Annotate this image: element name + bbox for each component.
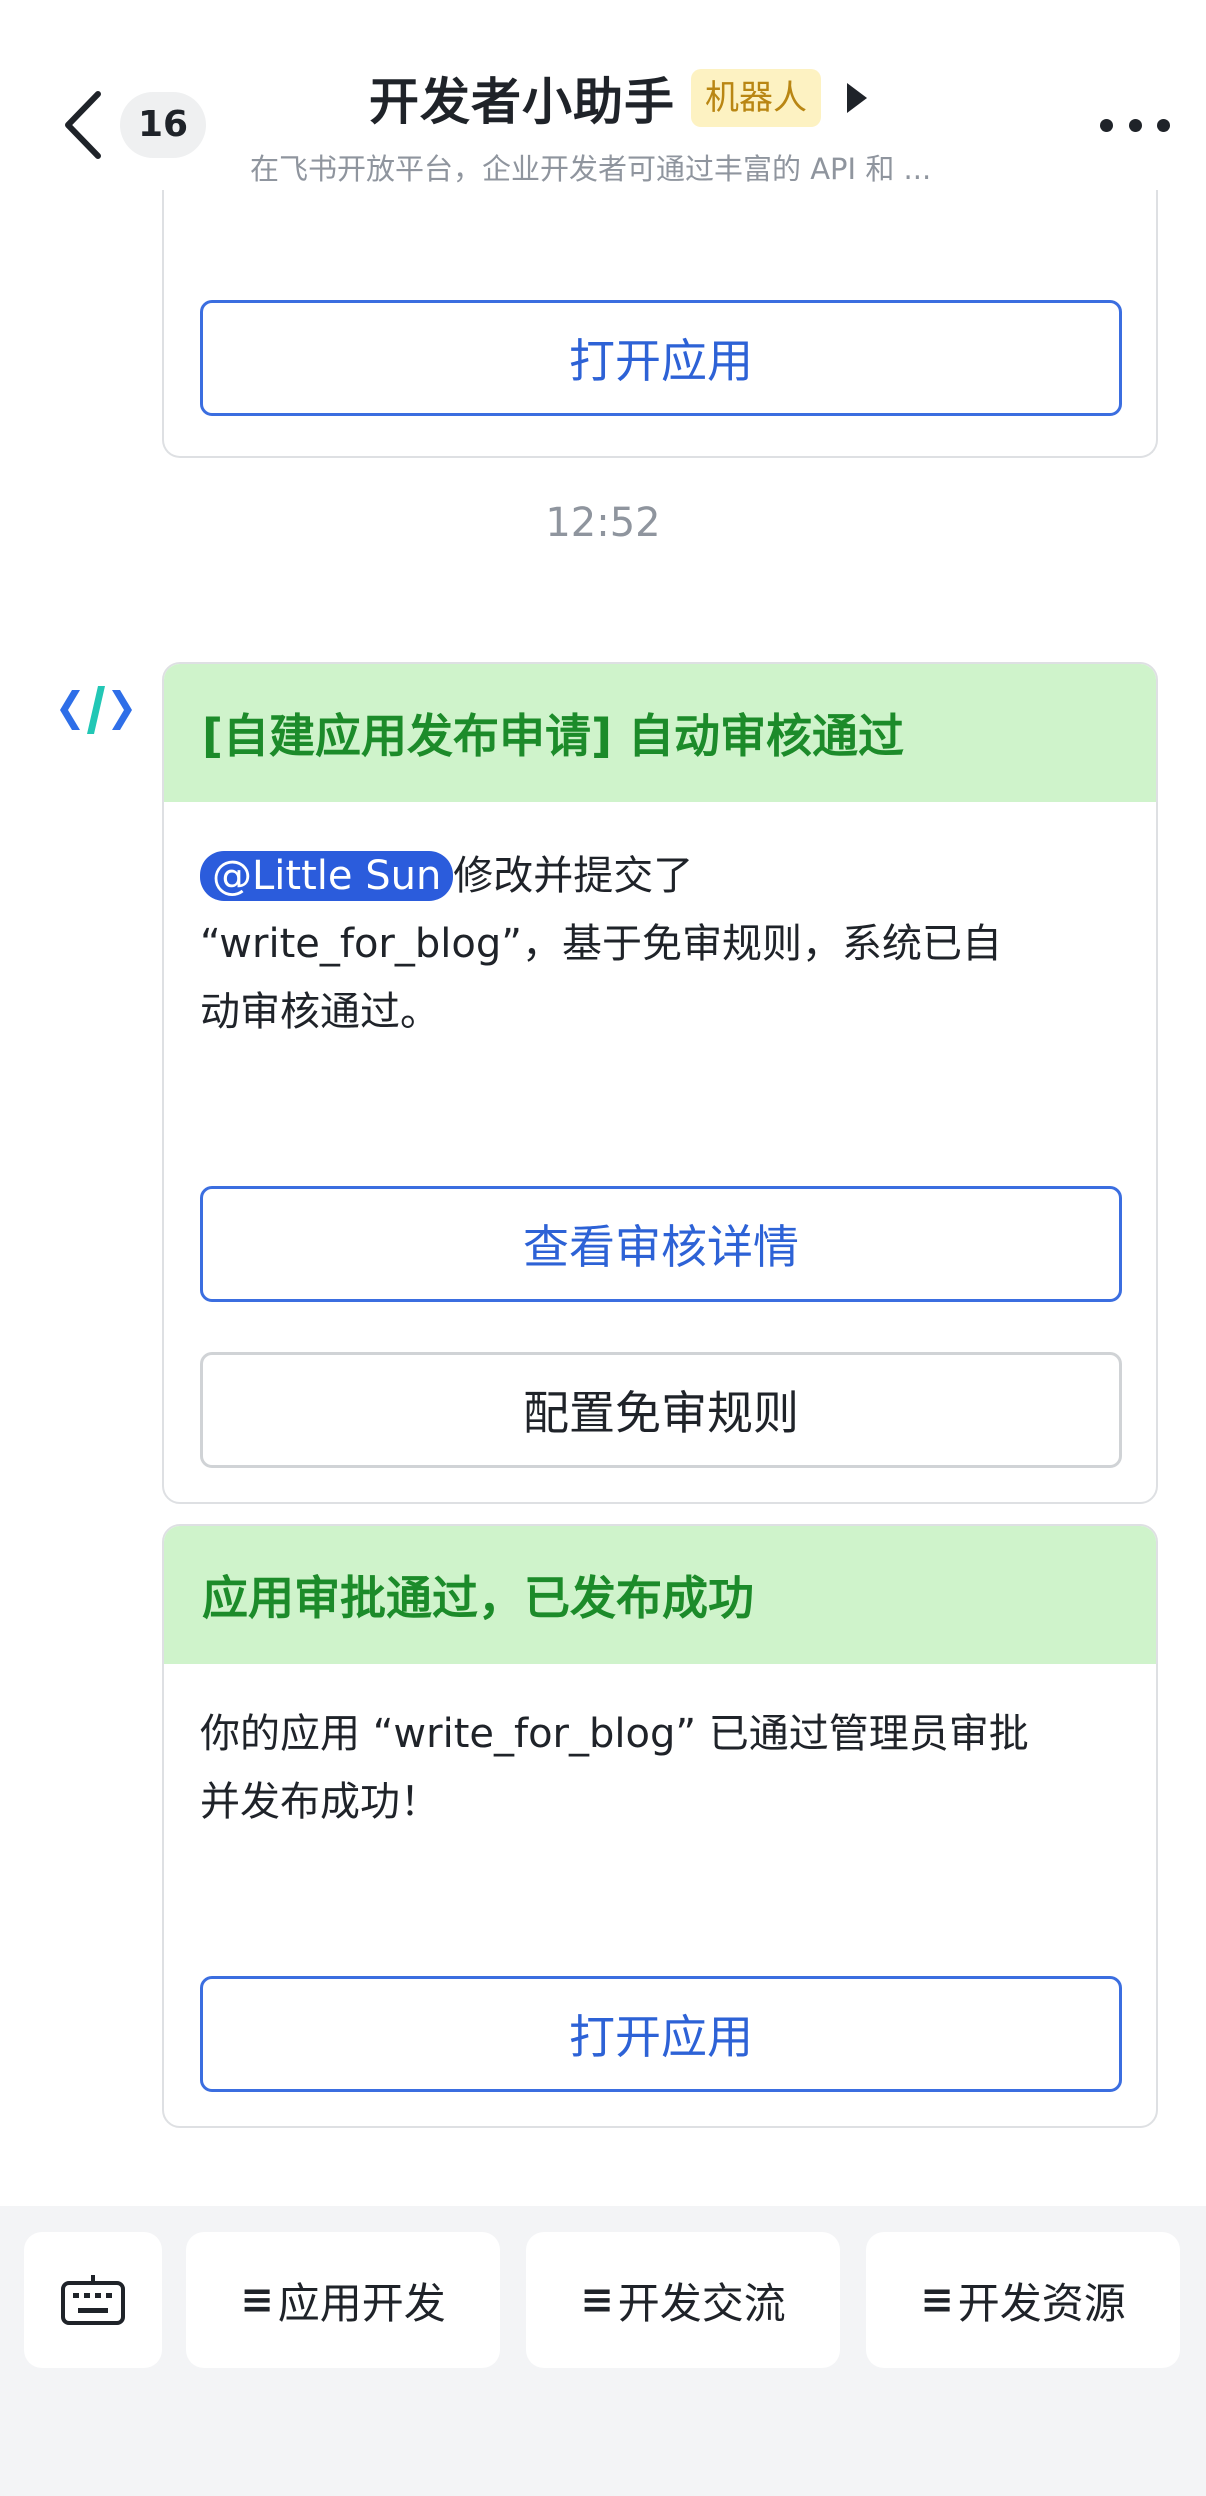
view-review-details-button[interactable]: 查看审核详情: [200, 1186, 1122, 1302]
card-body-text: 动审核通过。: [200, 989, 440, 1035]
menu-dev-resources[interactable]: ≡ 开发资源: [866, 2232, 1180, 2368]
play-arrow-icon: [847, 83, 867, 113]
menu-dev-exchange[interactable]: ≡ 开发交流: [526, 2232, 840, 2368]
dot-icon: [1100, 118, 1113, 132]
dot-icon: [1157, 118, 1170, 132]
menu-label: 开发资源: [957, 2278, 1126, 2328]
card-body-text: 修改并提交了: [453, 853, 694, 899]
chat-title: 开发者小助手: [369, 73, 675, 131]
menu-icon: ≡: [580, 2277, 614, 2323]
auto-review-card: [自建应用发布申请] 自动审核通过 @Little Sun 修改并提交了 “wri…: [162, 662, 1158, 1504]
bot-avatar[interactable]: [58, 680, 134, 740]
card-body-text: “write_for_blog”，基于免审规则，系统已自: [200, 921, 1002, 967]
chat-title-row[interactable]: 开发者小助手 机器人: [0, 62, 1206, 134]
card-body: @Little Sun 修改并提交了 “write_for_blog”，基于免审规…: [164, 802, 1156, 1046]
open-app-button[interactable]: 打开应用: [200, 1976, 1122, 2092]
chat-subtitle: 在飞书开放平台，企业开发者可通过丰富的 API 和 ...: [250, 152, 932, 186]
card-body-line: @Little Sun 修改并提交了: [200, 842, 1120, 910]
card-header: 应用审批通过，已发布成功: [164, 1526, 1156, 1664]
menu-app-development[interactable]: ≡ 应用开发: [186, 2232, 500, 2368]
menu-label: 应用开发: [277, 2278, 446, 2328]
dot-icon: [1128, 118, 1142, 132]
card-body-text: 并发布成功！: [200, 1779, 440, 1825]
menu-label: 开发交流: [617, 2278, 786, 2328]
card-header: [自建应用发布申请] 自动审核通过: [164, 664, 1156, 802]
user-mention[interactable]: @Little Sun: [200, 851, 454, 901]
keyboard-icon: [61, 2275, 125, 2325]
bot-tag: 机器人: [691, 69, 821, 127]
chat-header: 16 开发者小助手 机器人 在飞书开放平台，企业开发者可通过丰富的 API 和 …: [0, 0, 1206, 190]
keyboard-toggle-button[interactable]: [24, 2232, 162, 2368]
message-timestamp: 12:52: [545, 500, 661, 546]
menu-icon: ≡: [920, 2277, 954, 2323]
configure-exemption-rules-button[interactable]: 配置免审规则: [200, 1352, 1122, 1468]
developer-logo-icon: [60, 686, 132, 734]
card-body-text: 你的应用 “write_for_blog” 已通过管理员审批: [200, 1711, 1029, 1757]
card-body: 你的应用 “write_for_blog” 已通过管理员审批 并发布成功！: [164, 1664, 1156, 1836]
open-app-button-previous[interactable]: 打开应用: [200, 300, 1122, 416]
approval-card: 应用审批通过，已发布成功 你的应用 “write_for_blog” 已通过管理…: [162, 1524, 1158, 2128]
menu-icon: ≡: [240, 2277, 274, 2323]
more-options-button[interactable]: [1100, 110, 1170, 140]
